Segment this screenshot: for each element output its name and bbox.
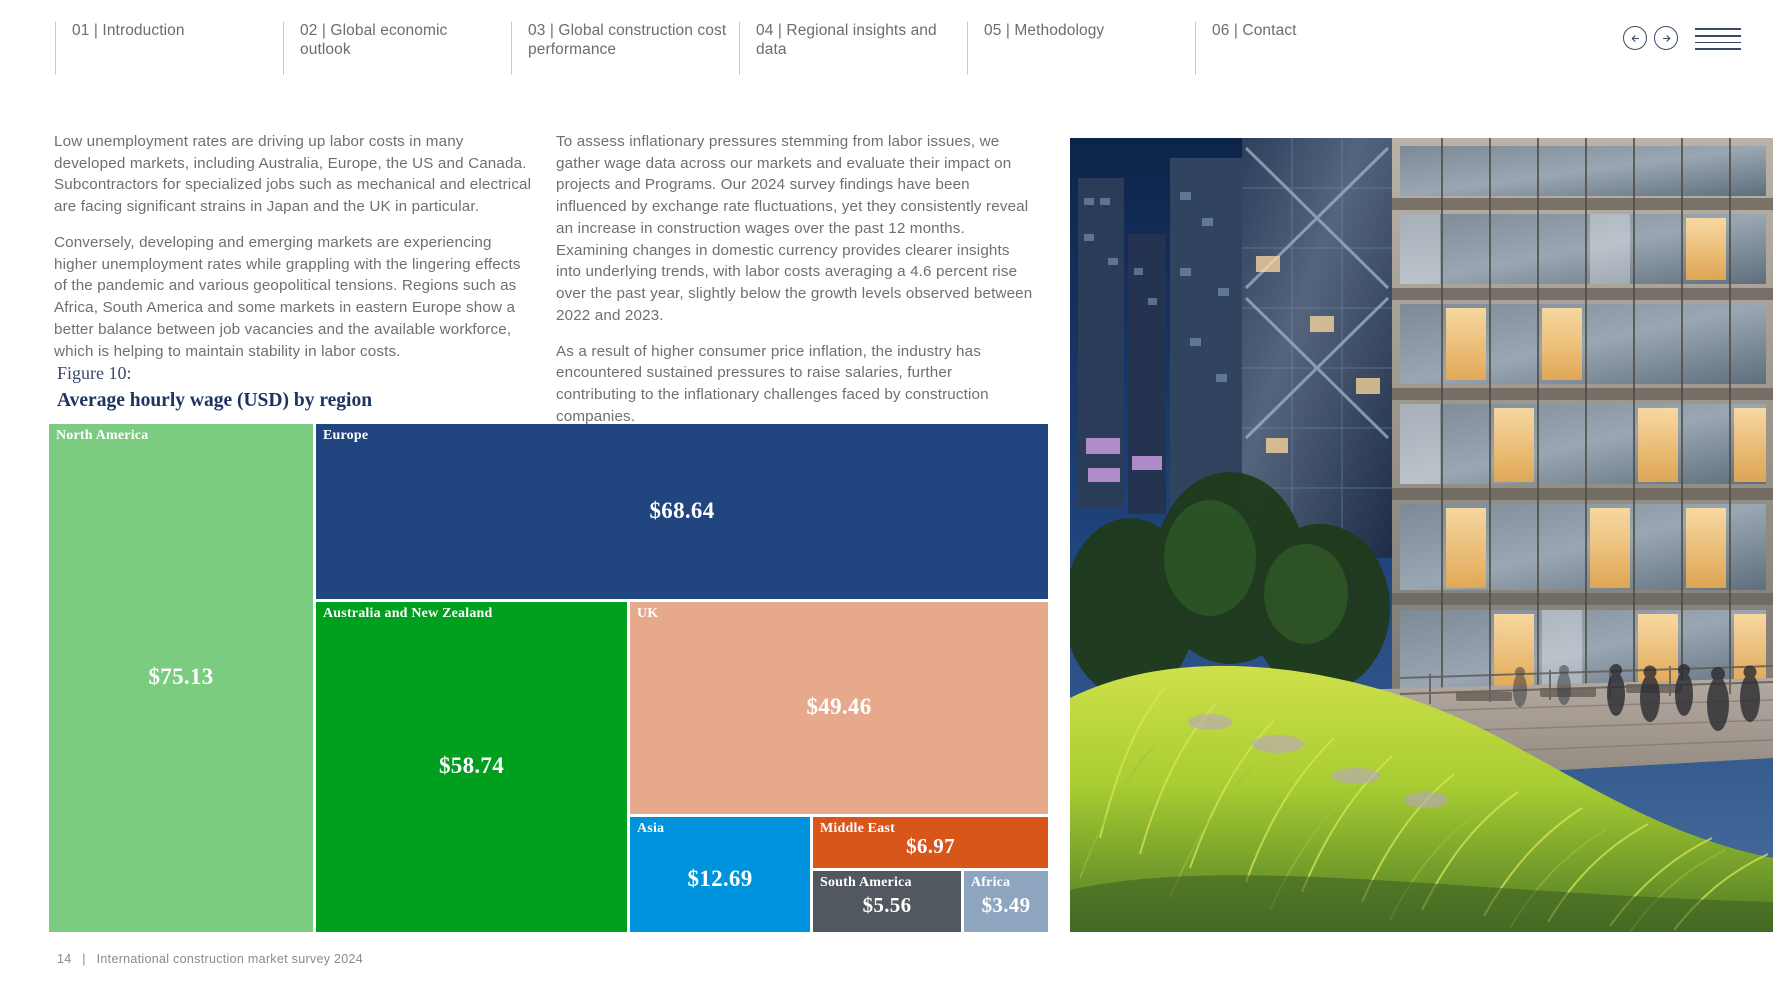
treemap-tile-australia-and-new-zealand[interactable]: Australia and New Zealand $58.74 <box>316 602 627 932</box>
footer-separator: | <box>82 952 86 966</box>
nav-item-number: 01 <box>72 22 90 39</box>
treemap-tile-value: $3.49 <box>981 892 1031 917</box>
treemap-tile-middle-east[interactable]: Middle East $6.97 <box>813 817 1048 868</box>
nav-item-label: Contact <box>1242 22 1297 39</box>
treemap-tile-value: $49.46 <box>806 694 872 719</box>
nav-item-global-economic-outlook[interactable]: 02 | Global economic outlook <box>283 22 511 75</box>
hamburger-line <box>1695 48 1741 50</box>
nav-item-introduction[interactable]: 01 | Introduction <box>55 22 283 75</box>
hamburger-line <box>1695 34 1741 37</box>
nav-item-number: 04 <box>756 22 774 39</box>
nav-controls <box>1623 26 1741 50</box>
treemap-tile-label: UK <box>637 606 659 621</box>
paragraph-consumer-price-inflation: As a result of higher consumer price inf… <box>556 342 989 425</box>
treemap-tile-asia[interactable]: Asia $12.69 <box>630 817 810 932</box>
nav-item-regional-insights-and-data[interactable]: 04 | Regional insights and data <box>739 22 967 75</box>
treemap-tile-label: South America <box>820 875 912 890</box>
treemap-tile-label: North America <box>56 428 149 443</box>
paragraph-emerging-markets-unemployment: Conversely, developing and emerging mark… <box>54 233 521 360</box>
hamburger-menu-icon[interactable] <box>1695 26 1741 50</box>
treemap-chart-average-hourly-wage: North America $75.13 Europe $68.64 Australia… <box>49 424 1048 932</box>
page-footer: 14 | International construction market s… <box>57 952 363 966</box>
nav-item-number: 05 <box>984 22 1002 39</box>
hamburger-line <box>1695 41 1741 44</box>
treemap-tile-south-america[interactable]: South America $5.56 <box>813 871 961 932</box>
top-navigation: 01 | Introduction 02 | Global economic o… <box>0 0 1773 76</box>
arrow-right-icon[interactable] <box>1654 26 1678 50</box>
body-text-column-left: Low unemployment rates are driving up la… <box>54 131 532 376</box>
treemap-tile-europe[interactable]: Europe $68.64 <box>316 424 1048 599</box>
nav-item-list: 01 | Introduction 02 | Global economic o… <box>55 22 1423 75</box>
nav-item-contact[interactable]: 06 | Contact <box>1195 22 1423 75</box>
nav-item-label: Global construction cost performance <box>528 22 727 58</box>
treemap-tile-label: Europe <box>323 428 369 443</box>
nav-item-global-construction-cost-performance[interactable]: 03 | Global construction cost performanc… <box>511 22 739 75</box>
treemap-tile-label: Africa <box>971 875 1011 890</box>
paragraph-labor-costs-developed-markets: Low unemployment rates are driving up la… <box>54 133 532 216</box>
nav-item-number: 03 <box>528 22 546 39</box>
treemap-tile-label: Australia and New Zealand <box>323 606 493 621</box>
treemap-tile-value: $68.64 <box>649 497 715 523</box>
body-text-column-right: To assess inflationary pressures stemmin… <box>556 131 1036 442</box>
footer-page-number: 14 <box>57 952 72 966</box>
nav-item-methodology[interactable]: 05 | Methodology <box>967 22 1195 75</box>
arrow-left-icon[interactable] <box>1623 26 1647 50</box>
nav-item-label: Methodology <box>1014 22 1105 39</box>
treemap-tile-value: $6.97 <box>906 833 955 858</box>
hamburger-line <box>1695 28 1741 30</box>
treemap-tile-north-america[interactable]: North America $75.13 <box>49 424 313 932</box>
treemap-tile-value: $58.74 <box>438 753 505 778</box>
page-root: 01 | Introduction 02 | Global economic o… <box>0 0 1773 992</box>
figure-label: Figure 10: <box>57 363 132 383</box>
treemap-tile-value: $12.69 <box>687 866 753 892</box>
footer-document-title: International construction market survey… <box>96 952 364 966</box>
nav-item-number: 02 <box>300 22 318 39</box>
nav-item-label: Introduction <box>102 22 185 39</box>
treemap-tile-uk[interactable]: UK $49.46 <box>630 602 1048 814</box>
treemap-tile-africa[interactable]: Africa $3.49 <box>964 871 1048 932</box>
figure-title: Average hourly wage (USD) by region <box>57 390 373 411</box>
paragraph-wage-data-methodology: To assess inflationary pressures stemmin… <box>556 133 1033 324</box>
treemap-tile-value: $5.56 <box>862 892 912 917</box>
treemap-tile-label: Asia <box>637 821 665 836</box>
nav-item-number: 06 <box>1212 22 1230 39</box>
treemap-tile-value: $75.13 <box>148 664 214 689</box>
feature-photograph <box>1070 138 1773 932</box>
